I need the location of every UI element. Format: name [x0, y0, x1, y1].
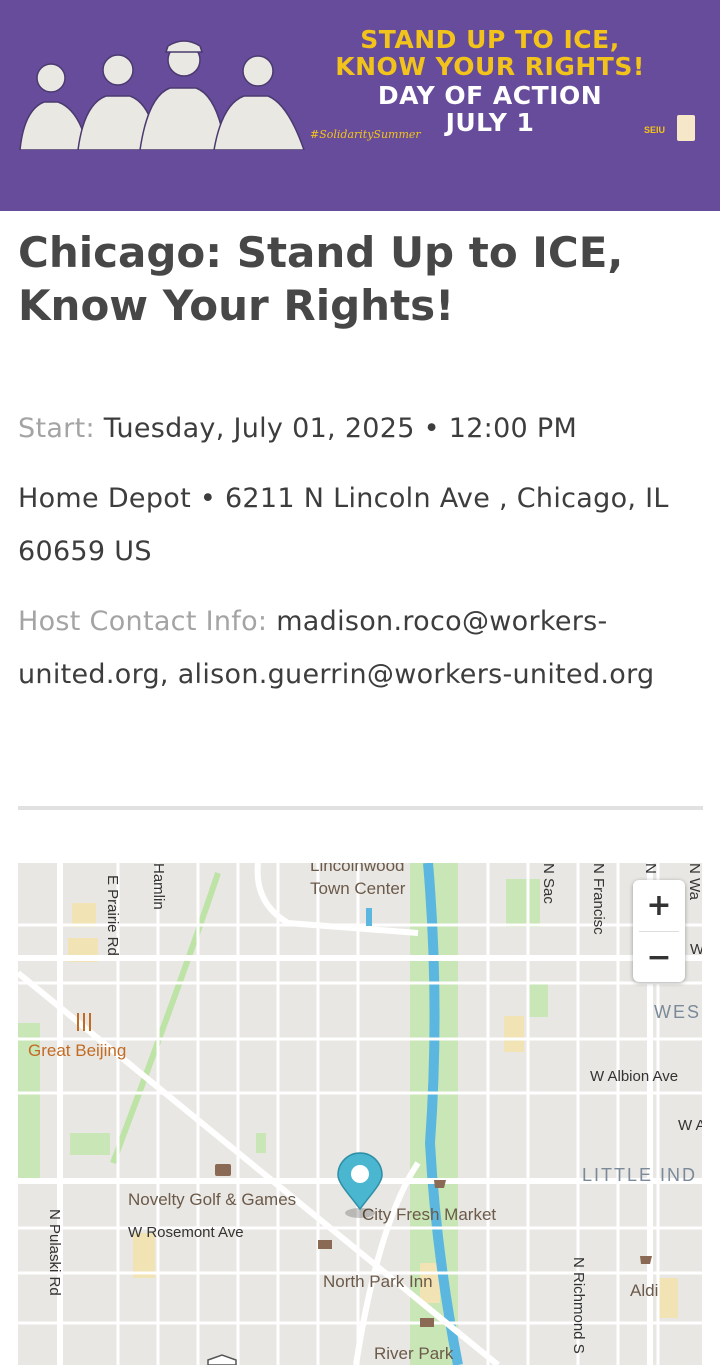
banner-hashtag: #SolidaritySummer — [310, 128, 421, 141]
francisco-label: N Francisc — [590, 863, 607, 935]
banner-line-1: STAND UP TO ICE, — [360, 25, 620, 54]
n-wa-label: N Wa — [686, 863, 702, 901]
great-beijing-label: Great Beijing — [28, 1041, 126, 1060]
pulaski-label: N Pulaski Rd — [46, 1209, 63, 1296]
lincolnwood-label: Lincolnwood — [310, 863, 405, 875]
start-value: Tuesday, July 01, 2025 • 12:00 PM — [103, 413, 578, 444]
cart-icon — [434, 1180, 446, 1188]
event-map[interactable]: Lincolnwood Town Center North Park Inn N… — [18, 863, 702, 1365]
event-start: Start: Tuesday, July 01, 2025 • 12:00 PM — [18, 402, 708, 455]
labor-logo — [677, 115, 695, 141]
hotel-icon-2 — [420, 1318, 434, 1327]
w-a-label: W A — [678, 1117, 702, 1134]
banner-illustration — [19, 40, 305, 150]
river-park-label: River Park — [374, 1344, 454, 1363]
hotel-icon — [318, 1240, 332, 1249]
hamlin-label: Hamlin — [150, 863, 167, 910]
camera-icon — [215, 1164, 231, 1176]
rosemont-label: W Rosemont Ave — [128, 1224, 244, 1241]
zoom-out-button[interactable]: − — [633, 932, 685, 983]
park-area — [506, 879, 540, 927]
richmond-label: N Richmond S — [570, 1257, 587, 1354]
n-rr-label: N — [642, 863, 659, 874]
city-fresh-label: City Fresh Market — [362, 1205, 496, 1224]
map-canvas[interactable]: Lincolnwood Town Center North Park Inn N… — [18, 863, 702, 1365]
west-label: WES — [654, 1002, 701, 1022]
event-address: Home Depot • 6211 N Lincoln Ave , Chicag… — [18, 483, 669, 567]
banner-line-2: KNOW YOUR RIGHTS! — [335, 52, 645, 81]
seiu-logo: SEIU — [644, 125, 666, 135]
zoom-in-button[interactable]: + — [633, 880, 685, 931]
north-park-inn-label: North Park Inn — [323, 1272, 433, 1291]
little-india-label: LITTLE IND — [582, 1165, 697, 1185]
host-contact: Host Contact Info: madison.roco@workers-… — [18, 595, 708, 701]
prairie-label: E Prairie Rd — [104, 875, 121, 956]
albion-label: W Albion Ave — [590, 1068, 678, 1085]
event-title: Chicago: Stand Up to ICE, Know Your Righ… — [18, 228, 624, 330]
divider — [18, 806, 703, 810]
w-edge-label: W — [690, 941, 702, 958]
zoom-control: + − — [633, 880, 685, 982]
novelty-golf-label: Novelty Golf & Games — [128, 1190, 296, 1209]
cart-icon-2 — [640, 1256, 652, 1264]
start-label: Start: — [18, 413, 95, 444]
banner-line-3: DAY OF ACTION — [377, 81, 603, 110]
sacramento-label: N Sac — [540, 863, 557, 904]
aldi-label: Aldi — [630, 1281, 658, 1300]
town-center-label: Town Center — [310, 879, 406, 898]
event-banner: STAND UP TO ICE, KNOW YOUR RIGHTS! DAY O… — [0, 0, 720, 211]
host-label: Host Contact Info: — [18, 606, 268, 637]
